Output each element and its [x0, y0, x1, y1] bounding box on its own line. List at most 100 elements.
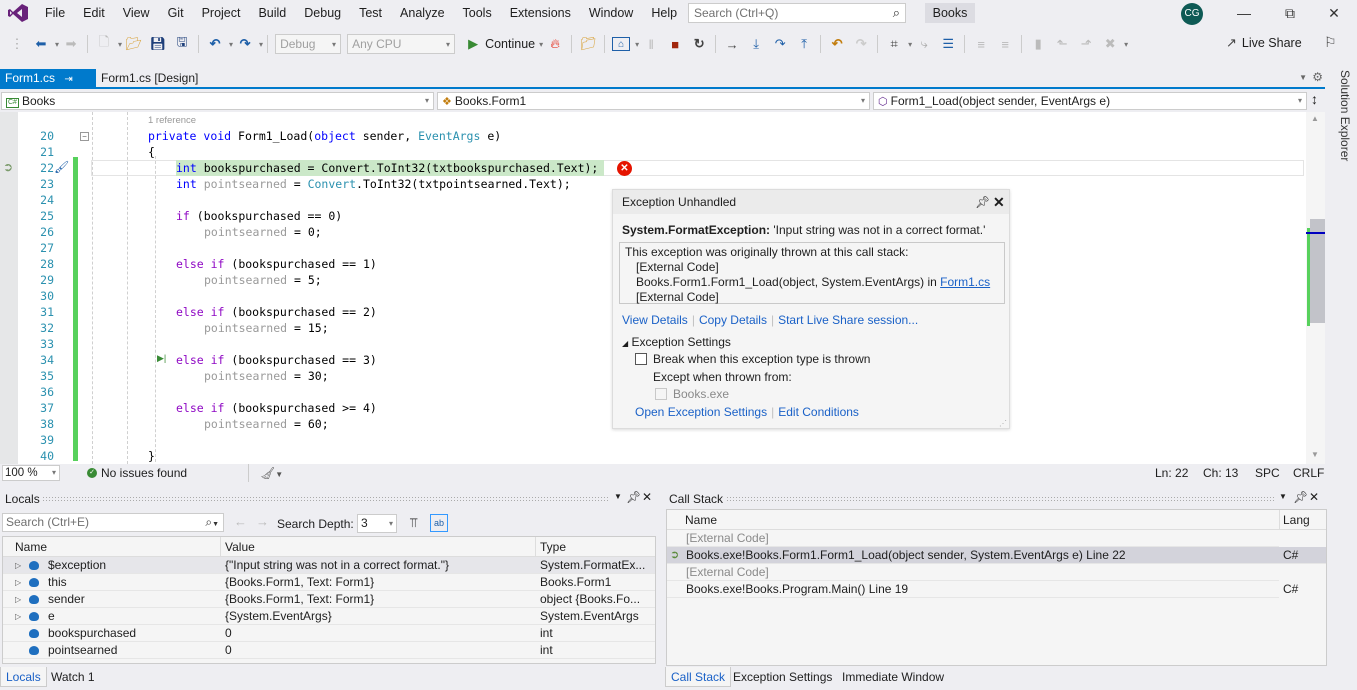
locals-row[interactable]: ▷ this {Books.Form1, Text: Form1} Books.For… — [3, 574, 655, 591]
code-line-25[interactable]: if (bookspurchased == 0) — [176, 208, 342, 224]
variable-value[interactable]: {Books.Form1, Text: Form1} — [225, 574, 533, 591]
previous-bookmark-icon[interactable]: ⬑ — [1053, 33, 1071, 55]
editor-vertical-scrollbar[interactable]: ▲ ▼ — [1306, 112, 1325, 464]
column-header-value[interactable]: Value — [225, 537, 255, 557]
tab-watch-1[interactable]: Watch 1 — [46, 667, 100, 687]
locals-row[interactable]: pointsearned 0 int — [3, 642, 655, 659]
split-window-icon[interactable]: ↕ — [1311, 91, 1318, 107]
quick-info-icon[interactable]: ☰ — [939, 33, 957, 55]
solution-config-dropdown[interactable]: Debug ▾ — [275, 34, 342, 54]
toolbar-grip[interactable]: ⋮ — [8, 33, 26, 55]
code-line-26[interactable]: pointsearned = 0; — [204, 224, 322, 240]
call-stack-frame[interactable]: ➲ Books.exe!Books.Form1.Form1_Load(object… — [667, 547, 1326, 564]
expand-arrow-icon[interactable]: ▷ — [15, 608, 21, 625]
column-header-name[interactable]: Name — [15, 537, 47, 557]
collapse-region-icon[interactable]: − — [80, 132, 89, 141]
checkbox-unchecked[interactable] — [635, 353, 647, 365]
close-window-button[interactable]: ✕ — [1311, 0, 1357, 26]
call-stack-frame[interactable]: Books.exe!Books.Program.Main() Line 19 C# — [667, 581, 1298, 598]
locals-row[interactable]: bookspurchased 0 int — [3, 625, 655, 642]
solution-name-badge[interactable]: Books — [925, 3, 975, 23]
code-line-35[interactable]: pointsearned = 30; — [204, 368, 329, 384]
code-line-20[interactable]: private void Form1_Load(object sender, E… — [148, 128, 501, 144]
chevron-down-icon[interactable]: ▾ — [229, 40, 233, 49]
step-over-icon[interactable]: ↷ — [771, 33, 789, 55]
find-in-files-icon[interactable]: 📁︎ — [579, 33, 597, 55]
tab-form1-design[interactable]: Form1.cs [Design] — [96, 69, 206, 88]
navigate-forward-icon[interactable]: ➡︎ — [62, 33, 80, 55]
start-live-share-link[interactable]: Start Live Share session... — [778, 313, 918, 327]
search-previous-icon[interactable]: ← — [234, 514, 247, 529]
undo-icon[interactable]: ↶ — [206, 33, 224, 55]
tab-call-stack[interactable]: Call Stack — [665, 667, 732, 687]
code-line-21[interactable]: { — [148, 144, 155, 160]
window-menu-dropdown-icon[interactable]: ▼ — [614, 492, 622, 501]
tab-list-dropdown-icon[interactable]: ▼ — [1299, 73, 1307, 82]
step-out-icon[interactable]: ⤒ — [795, 33, 813, 55]
scrollbar-thumb[interactable] — [1310, 219, 1325, 323]
open-exception-settings-link[interactable]: Open Exception Settings — [635, 405, 767, 419]
codelens-references[interactable]: 1 reference — [148, 115, 196, 126]
menu-test[interactable]: Test — [350, 0, 391, 26]
variable-value[interactable]: {Books.Form1, Text: Form1} — [225, 591, 533, 608]
line-ending-status[interactable]: CRLF — [1293, 464, 1324, 482]
bookmark-icon[interactable]: ▮ — [1029, 33, 1047, 55]
tab-locals[interactable]: Locals — [0, 667, 47, 687]
play-icon[interactable]: ▶ — [464, 33, 482, 55]
tab-exception-settings[interactable]: Exception Settings — [728, 667, 837, 687]
column-status[interactable]: Ch: 13 — [1203, 464, 1238, 482]
scroll-down-icon[interactable]: ▼ — [1311, 450, 1319, 459]
feedback-icon[interactable]: ⚐ — [1324, 34, 1337, 51]
continue-button[interactable]: Continue — [485, 37, 535, 51]
menu-project[interactable]: Project — [193, 0, 250, 26]
class-dropdown[interactable]: ❖ Books.Form1 ▾ — [437, 92, 870, 110]
code-line-34[interactable]: else if (bookspurchased == 3) — [176, 352, 377, 368]
column-header-type[interactable]: Type — [540, 537, 566, 557]
view-as-text-icon[interactable]: ab — [430, 514, 448, 532]
code-line-32[interactable]: pointsearned = 15; — [204, 320, 329, 336]
uncomment-icon[interactable]: ≡ — [996, 33, 1014, 55]
call-stack-frame[interactable]: [External Code] — [667, 530, 1279, 547]
menu-git[interactable]: Git — [159, 0, 193, 26]
menu-window[interactable]: Window — [580, 0, 642, 26]
global-search-input[interactable]: Search (Ctrl+Q) ⌕ — [688, 3, 906, 23]
code-line-29[interactable]: pointsearned = 5; — [204, 272, 322, 288]
pin-filter-icon[interactable]: ⫪ — [410, 515, 417, 531]
variable-value[interactable]: {"Input string was not in a correct form… — [225, 557, 533, 574]
quick-actions-brush-icon[interactable]: 🖌︎ — [54, 160, 69, 174]
copy-details-link[interactable]: Copy Details — [699, 313, 767, 327]
next-bookmark-icon[interactable]: ⬏ — [1077, 33, 1095, 55]
tab-form1-cs[interactable]: Form1.cs ⇥ ✕ — [0, 69, 96, 105]
menu-extensions[interactable]: Extensions — [501, 0, 580, 26]
variable-value[interactable]: {System.EventArgs} — [225, 608, 533, 625]
chevron-down-icon[interactable]: ▾ — [259, 40, 263, 49]
resize-grip-icon[interactable]: ⋰ — [999, 419, 1007, 428]
locals-row[interactable]: ▷ e {System.EventArgs} System.EventArgs — [3, 608, 655, 625]
pin-icon[interactable]: ⇥ — [64, 74, 72, 85]
pin-icon[interactable]: 📌︎ — [975, 190, 990, 214]
code-line-38[interactable]: pointsearned = 60; — [204, 416, 329, 432]
locals-row[interactable]: ▷ $exception {"Input string was not in a c… — [3, 557, 655, 574]
chevron-down-icon[interactable]: ▾ — [539, 40, 543, 49]
open-folder-icon[interactable]: 📂︎ — [125, 33, 143, 55]
pin-icon[interactable]: 📌︎ — [1293, 490, 1308, 504]
menu-analyze[interactable]: Analyze — [391, 0, 453, 26]
application-insights-icon[interactable]: ⌂ — [612, 37, 631, 51]
show-next-statement-icon[interactable]: → — [723, 33, 741, 55]
search-depth-dropdown[interactable]: 3 ▾ — [357, 514, 397, 533]
expand-arrow-icon[interactable]: ▷ — [15, 557, 21, 574]
code-line-40[interactable]: } — [148, 448, 155, 464]
break-all-icon[interactable]: ‖ — [642, 33, 660, 55]
exception-settings-header[interactable]: ◢ Exception Settings — [622, 335, 731, 349]
chevron-down-icon[interactable]: ▾ — [908, 40, 912, 49]
pin-icon[interactable]: 📌︎ — [626, 490, 641, 504]
edit-conditions-link[interactable]: Edit Conditions — [778, 405, 859, 419]
menu-view[interactable]: View — [114, 0, 159, 26]
scroll-up-icon[interactable]: ▲ — [1311, 114, 1319, 123]
outdent-icon[interactable]: ⤷ — [915, 33, 933, 55]
code-line-28[interactable]: else if (bookspurchased == 1) — [176, 256, 377, 272]
source-file-link[interactable]: Form1.cs — [940, 275, 990, 289]
hot-reload-icon[interactable]: 🔥︎ — [546, 33, 564, 55]
restart-icon[interactable]: ↻ — [690, 33, 708, 55]
menu-help[interactable]: Help — [642, 0, 686, 26]
